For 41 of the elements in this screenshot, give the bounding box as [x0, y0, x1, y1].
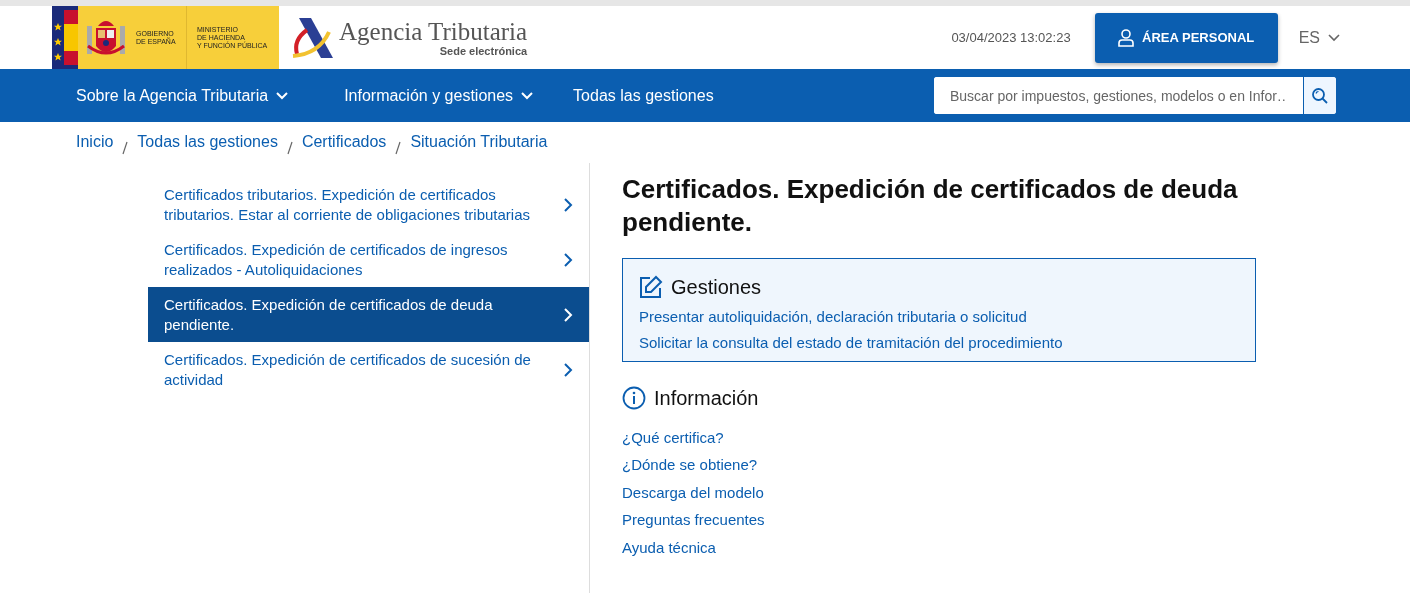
section-heading: Información	[654, 386, 759, 410]
page-title: Certificados. Expedición de certificados de deuda pendiente.	[622, 173, 1239, 239]
slash-separator-icon	[395, 141, 402, 155]
agency-name: Agencia Tributaria	[339, 18, 528, 45]
section-heading: Gestiones	[671, 275, 762, 299]
search-button[interactable]	[1303, 77, 1336, 114]
information-link[interactable]: Descarga del modelo	[622, 478, 764, 507]
chevron-right-icon	[563, 251, 573, 268]
sidebar-item[interactable]: Certificados. Expedición de certificados de ingresos realizados - Autoliquidaciones	[148, 232, 589, 287]
information-link[interactable]: ¿Qué certifica?	[622, 424, 724, 452]
user-icon	[1118, 28, 1135, 47]
search-icon	[1311, 86, 1329, 105]
edit-icon	[639, 275, 663, 299]
information-link[interactable]: ¿Dónde se obtiene?	[622, 451, 758, 479]
sidebar-item[interactable]: Certificados. Expedición de certificados de deuda pendiente.	[148, 287, 589, 342]
breadcrumb-link[interactable]: Situación Tributaria	[410, 133, 548, 163]
search-field[interactable]: Buscar por impuestos, gestiones, modelos o en Infor…	[934, 77, 1336, 114]
procedure-link[interactable]: Presentar autoliquidación, declaración tributaria o solicitud	[639, 308, 1239, 325]
chevron-right-icon	[563, 361, 573, 378]
date-time: 03/04/2023 13:02:23	[951, 30, 1071, 45]
slash-separator-icon	[122, 141, 129, 155]
nav-menu-item[interactable]: Sobre la Agencia Tributaria	[76, 86, 289, 105]
chevron-down-icon	[1328, 33, 1340, 42]
slash-separator-icon	[286, 141, 293, 155]
sidebar-item[interactable]: Certificados. Expedición de certificados de sucesión de actividad	[148, 342, 589, 397]
information-link[interactable]: Preguntas frecuentes	[622, 506, 765, 534]
nav-menu-item[interactable]: Todas las gestiones	[573, 86, 714, 105]
personal-area-button[interactable]: ÁREA PERSONAL	[1094, 12, 1278, 63]
procedure-link[interactable]: Solicitar la consulta del estado de tramitación del procedimiento	[639, 334, 1239, 351]
chevron-right-icon	[563, 306, 573, 323]
eu-flag-drawing	[52, 6, 78, 69]
language-selector[interactable]: ES	[1298, 28, 1340, 47]
info-icon	[622, 386, 646, 410]
information-link[interactable]: Ayuda técnica	[622, 533, 716, 562]
breadcrumb-link[interactable]: Inicio	[76, 133, 114, 163]
breadcrumb-link[interactable]: Certificados	[301, 133, 387, 163]
agency-subtitle: Sede electrónica	[439, 44, 528, 57]
chevron-right-icon	[563, 196, 573, 213]
nav-menu-item[interactable]: Información y gestiones	[344, 86, 534, 105]
breadcrumb-link[interactable]: Todas las gestiones	[137, 133, 278, 163]
sidebar-item[interactable]: Certificados tributarios. Expedición de certificados tributarios. Estar al corriente de obligaciones tributarias	[148, 177, 589, 232]
